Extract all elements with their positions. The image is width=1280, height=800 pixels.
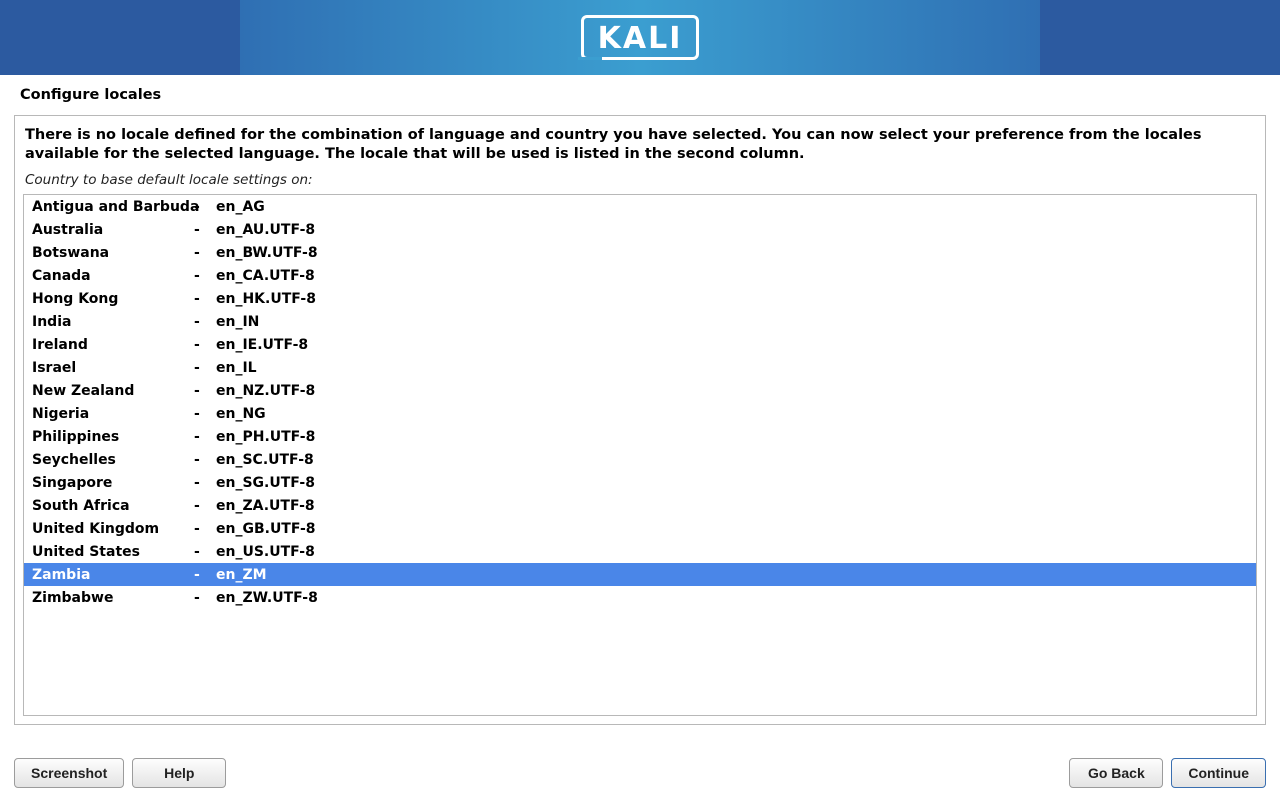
locale-dash: - xyxy=(194,590,216,606)
locale-code: en_AU.UTF-8 xyxy=(216,222,1248,238)
locale-row[interactable]: United States-en_US.UTF-8 xyxy=(24,540,1256,563)
locale-country: United States xyxy=(32,544,194,560)
locale-row[interactable]: Nigeria-en_NG xyxy=(24,402,1256,425)
locale-row[interactable]: Zimbabwe-en_ZW.UTF-8 xyxy=(24,586,1256,609)
locale-dash: - xyxy=(194,314,216,330)
main-frame: There is no locale defined for the combi… xyxy=(14,115,1266,725)
locale-country: Botswana xyxy=(32,245,194,261)
locale-country: Australia xyxy=(32,222,194,238)
locale-country: South Africa xyxy=(32,498,194,514)
locale-row[interactable]: New Zealand-en_NZ.UTF-8 xyxy=(24,379,1256,402)
sub-caption: Country to base default locale settings … xyxy=(15,168,1265,194)
locale-row[interactable]: United Kingdom-en_GB.UTF-8 xyxy=(24,517,1256,540)
locale-country: Zambia xyxy=(32,567,194,583)
locale-row[interactable]: Canada-en_CA.UTF-8 xyxy=(24,264,1256,287)
kali-logo-text: KALI xyxy=(598,21,683,56)
locale-country: Nigeria xyxy=(32,406,194,422)
locale-country: India xyxy=(32,314,194,330)
locale-code: en_GB.UTF-8 xyxy=(216,521,1248,537)
locale-dash: - xyxy=(194,567,216,583)
locale-country: Seychelles xyxy=(32,452,194,468)
locale-code: en_AG xyxy=(216,199,1248,215)
screenshot-button[interactable]: Screenshot xyxy=(14,758,124,788)
locale-dash: - xyxy=(194,452,216,468)
locale-dash: - xyxy=(194,383,216,399)
locale-code: en_SC.UTF-8 xyxy=(216,452,1248,468)
locale-row[interactable]: Singapore-en_SG.UTF-8 xyxy=(24,471,1256,494)
description-text: There is no locale defined for the combi… xyxy=(15,116,1265,168)
locale-dash: - xyxy=(194,521,216,537)
locale-dash: - xyxy=(194,360,216,376)
locale-code: en_NG xyxy=(216,406,1248,422)
locale-row[interactable]: Zambia-en_ZM xyxy=(24,563,1256,586)
locale-country: Israel xyxy=(32,360,194,376)
locale-dash: - xyxy=(194,222,216,238)
locale-dash: - xyxy=(194,245,216,261)
locale-row[interactable]: Botswana-en_BW.UTF-8 xyxy=(24,241,1256,264)
locale-row[interactable]: Seychelles-en_SC.UTF-8 xyxy=(24,448,1256,471)
locale-code: en_PH.UTF-8 xyxy=(216,429,1248,445)
locale-list[interactable]: Antigua and Barbuda-en_AGAustralia-en_AU… xyxy=(23,194,1257,716)
locale-row[interactable]: Philippines-en_PH.UTF-8 xyxy=(24,425,1256,448)
locale-code: en_IE.UTF-8 xyxy=(216,337,1248,353)
page-title: Configure locales xyxy=(0,75,1280,111)
locale-code: en_ZW.UTF-8 xyxy=(216,590,1248,606)
continue-button[interactable]: Continue xyxy=(1171,758,1266,788)
locale-code: en_NZ.UTF-8 xyxy=(216,383,1248,399)
locale-code: en_ZA.UTF-8 xyxy=(216,498,1248,514)
locale-code: en_SG.UTF-8 xyxy=(216,475,1248,491)
locale-country: Hong Kong xyxy=(32,291,194,307)
locale-code: en_IL xyxy=(216,360,1248,376)
locale-country: Antigua and Barbuda xyxy=(32,199,194,215)
locale-dash: - xyxy=(194,268,216,284)
locale-country: Ireland xyxy=(32,337,194,353)
footer-right-group: Go Back Continue xyxy=(1069,758,1266,788)
header-banner: KALI xyxy=(0,0,1280,75)
footer-left-group: Screenshot Help xyxy=(14,758,226,788)
locale-row[interactable]: Australia-en_AU.UTF-8 xyxy=(24,218,1256,241)
locale-code: en_IN xyxy=(216,314,1248,330)
locale-row[interactable]: Antigua and Barbuda-en_AG xyxy=(24,195,1256,218)
locale-row[interactable]: South Africa-en_ZA.UTF-8 xyxy=(24,494,1256,517)
locale-country: Canada xyxy=(32,268,194,284)
locale-row[interactable]: India-en_IN xyxy=(24,310,1256,333)
locale-dash: - xyxy=(194,337,216,353)
kali-logo: KALI xyxy=(581,15,700,60)
locale-dash: - xyxy=(194,544,216,560)
locale-dash: - xyxy=(194,429,216,445)
locale-dash: - xyxy=(194,291,216,307)
locale-country: Singapore xyxy=(32,475,194,491)
help-button[interactable]: Help xyxy=(132,758,226,788)
locale-country: United Kingdom xyxy=(32,521,194,537)
locale-row[interactable]: Ireland-en_IE.UTF-8 xyxy=(24,333,1256,356)
locale-code: en_US.UTF-8 xyxy=(216,544,1248,560)
locale-dash: - xyxy=(194,199,216,215)
locale-country: New Zealand xyxy=(32,383,194,399)
locale-country: Philippines xyxy=(32,429,194,445)
footer: Screenshot Help Go Back Continue xyxy=(0,758,1280,788)
locale-code: en_CA.UTF-8 xyxy=(216,268,1248,284)
go-back-button[interactable]: Go Back xyxy=(1069,758,1163,788)
header-banner-center: KALI xyxy=(240,0,1040,75)
locale-code: en_HK.UTF-8 xyxy=(216,291,1248,307)
locale-code: en_BW.UTF-8 xyxy=(216,245,1248,261)
locale-dash: - xyxy=(194,498,216,514)
locale-row[interactable]: Hong Kong-en_HK.UTF-8 xyxy=(24,287,1256,310)
locale-dash: - xyxy=(194,475,216,491)
locale-country: Zimbabwe xyxy=(32,590,194,606)
locale-row[interactable]: Israel-en_IL xyxy=(24,356,1256,379)
locale-dash: - xyxy=(194,406,216,422)
locale-code: en_ZM xyxy=(216,567,1248,583)
